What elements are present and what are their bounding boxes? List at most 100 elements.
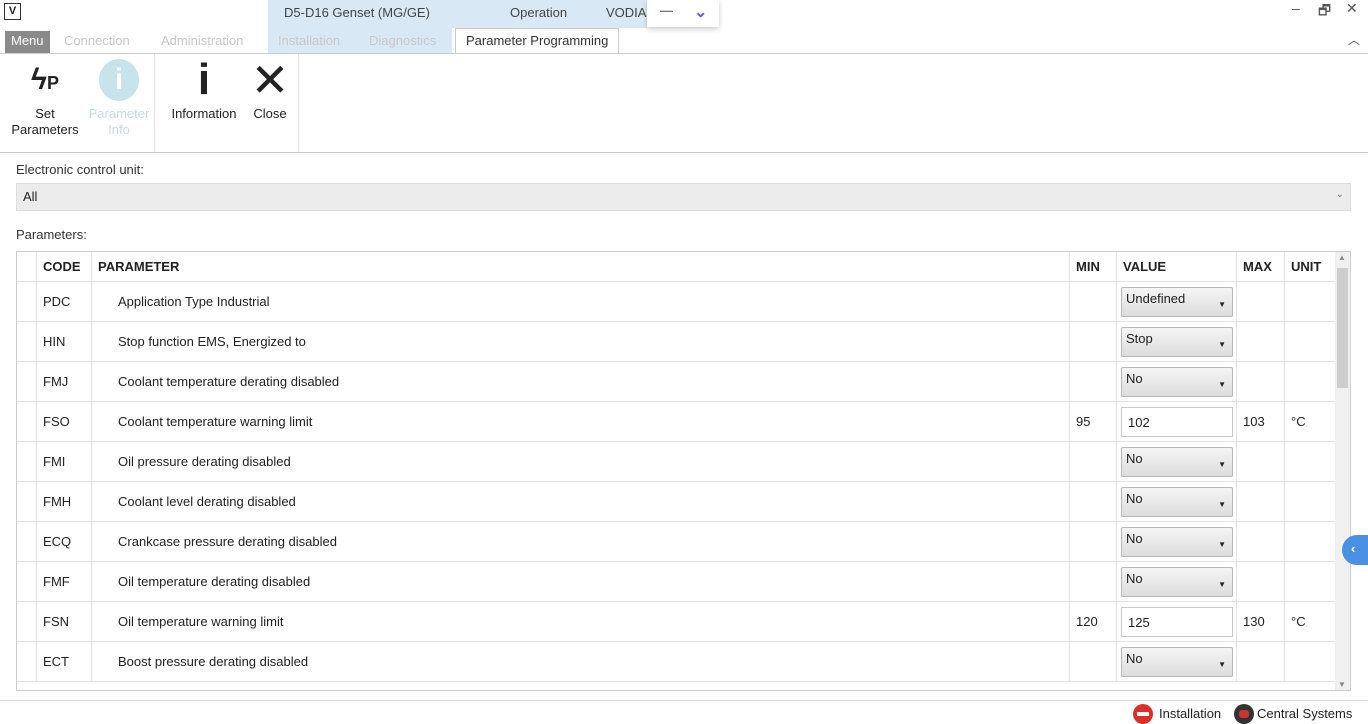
col-code[interactable]: CODE xyxy=(37,252,92,281)
row-selector[interactable] xyxy=(17,442,37,481)
close-button[interactable]: ✕ Close xyxy=(246,54,294,122)
code-cell: PDC xyxy=(37,282,92,321)
tab-diagnostics[interactable]: Diagnostics xyxy=(363,31,442,53)
min-cell xyxy=(1070,282,1117,321)
row-selector[interactable] xyxy=(17,522,37,561)
scroll-up-icon[interactable]: ▲ xyxy=(1338,253,1346,262)
central-systems-icon xyxy=(1234,704,1254,724)
dropdown-arrow-icon: ▼ xyxy=(1218,300,1226,309)
parameters-label: Parameters: xyxy=(16,227,87,242)
unit-cell xyxy=(1285,362,1336,401)
row-selector[interactable] xyxy=(17,402,37,441)
collapse-ribbon-icon[interactable]: ︿ xyxy=(1348,31,1360,48)
row-selector[interactable] xyxy=(17,362,37,401)
app-logo: V xyxy=(4,3,21,20)
code-cell: FMI xyxy=(37,442,92,481)
tab-installation[interactable]: Installation xyxy=(272,31,346,53)
set-parameters-icon: ϟP xyxy=(31,63,59,96)
flyout-minimize-icon[interactable]: — xyxy=(660,3,673,18)
scrollbar-thumb[interactable] xyxy=(1337,268,1348,388)
col-value[interactable]: VALUE xyxy=(1117,252,1237,281)
parameter-cell: Oil temperature warning limit xyxy=(92,602,1070,641)
table-row[interactable]: FMJ Coolant temperature derating disable… xyxy=(17,362,1336,402)
code-cell: FSO xyxy=(37,402,92,441)
installation-status[interactable]: Installation xyxy=(1159,706,1221,721)
central-systems-status[interactable]: Central Systems xyxy=(1257,706,1352,721)
col-max[interactable]: MAX xyxy=(1237,252,1285,281)
value-dropdown[interactable]: No ▼ xyxy=(1121,527,1233,557)
row-selector[interactable] xyxy=(17,482,37,521)
ribbon-separator xyxy=(154,54,155,152)
row-selector[interactable] xyxy=(17,322,37,361)
row-selector[interactable] xyxy=(17,642,37,681)
value-cell: Undefined ▼ xyxy=(1117,282,1237,321)
table-row[interactable]: ECT Boost pressure derating disabled No ▼ xyxy=(17,642,1336,682)
table-row[interactable]: HIN Stop function EMS, Energized to Stop… xyxy=(17,322,1336,362)
row-selector[interactable] xyxy=(17,562,37,601)
dropdown-arrow-icon: ▼ xyxy=(1218,580,1226,589)
table-row[interactable]: FMH Coolant level derating disabled No ▼ xyxy=(17,482,1336,522)
unit-cell xyxy=(1285,642,1336,681)
unit-cell xyxy=(1285,322,1336,361)
scroll-down-icon[interactable]: ▼ xyxy=(1338,680,1346,689)
unit-cell xyxy=(1285,282,1336,321)
value-input[interactable]: 125 xyxy=(1121,607,1233,637)
status-bar: Installation Central Systems xyxy=(0,700,1368,724)
ribbon: ϟP Set Parameters i Parameter Info i Inf… xyxy=(0,53,1368,153)
information-button[interactable]: i Information xyxy=(164,54,244,122)
max-cell xyxy=(1237,562,1285,601)
row-selector[interactable] xyxy=(17,602,37,641)
col-parameter[interactable]: PARAMETER xyxy=(92,252,1070,281)
dropdown-arrow-icon: ▼ xyxy=(1218,540,1226,549)
col-unit[interactable]: UNIT xyxy=(1285,252,1336,281)
code-cell: FMJ xyxy=(37,362,92,401)
unit-cell: °C xyxy=(1285,402,1336,441)
min-cell xyxy=(1070,322,1117,361)
max-cell xyxy=(1237,642,1285,681)
table-row[interactable]: FMI Oil pressure derating disabled No ▼ xyxy=(17,442,1336,482)
value-dropdown[interactable]: No ▼ xyxy=(1121,487,1233,517)
tab-administration[interactable]: Administration xyxy=(155,31,249,53)
table-row[interactable]: PDC Application Type Industrial Undefine… xyxy=(17,282,1336,322)
close-window-button[interactable]: ✕ xyxy=(1346,0,1358,17)
value-cell: No ▼ xyxy=(1117,442,1237,481)
value-dropdown[interactable]: No ▼ xyxy=(1121,647,1233,677)
value-cell: 125 xyxy=(1117,602,1237,641)
minimize-button[interactable]: – xyxy=(1292,0,1300,16)
max-cell xyxy=(1237,442,1285,481)
table-row[interactable]: FMF Oil temperature derating disabled No… xyxy=(17,562,1336,602)
close-icon: ✕ xyxy=(250,54,290,106)
max-cell xyxy=(1237,522,1285,561)
value-dropdown[interactable]: No ▼ xyxy=(1121,447,1233,477)
dropdown-arrow-icon: ▼ xyxy=(1218,340,1226,349)
side-panel-toggle[interactable]: ‹ xyxy=(1342,535,1368,565)
parameter-cell: Crankcase pressure derating disabled xyxy=(92,522,1070,561)
value-dropdown[interactable]: Stop ▼ xyxy=(1121,327,1233,357)
app-name: VODIA xyxy=(606,5,647,20)
row-selector[interactable] xyxy=(17,282,37,321)
parameters-table: CODE PARAMETER MIN VALUE MAX UNIT PDC Ap… xyxy=(16,251,1351,691)
chevron-down-icon: ⌄ xyxy=(1335,189,1344,200)
value-dropdown[interactable]: No ▼ xyxy=(1121,367,1233,397)
table-header: CODE PARAMETER MIN VALUE MAX UNIT xyxy=(17,252,1336,282)
ecu-select[interactable]: All ⌄ xyxy=(16,183,1351,211)
parameter-info-button[interactable]: i Parameter Info xyxy=(86,54,152,138)
min-cell xyxy=(1070,642,1117,681)
chevron-down-icon[interactable]: ⌄ xyxy=(694,2,707,22)
table-row[interactable]: FSO Coolant temperature warning limit 95… xyxy=(17,402,1336,442)
table-row[interactable]: ECQ Crankcase pressure derating disabled… xyxy=(17,522,1336,562)
tab-connection[interactable]: Connection xyxy=(58,31,136,53)
value-dropdown[interactable]: No ▼ xyxy=(1121,567,1233,597)
value-dropdown[interactable]: Undefined ▼ xyxy=(1121,287,1233,317)
min-cell xyxy=(1070,362,1117,401)
restore-button[interactable]: 🗗 xyxy=(1318,0,1331,24)
max-cell xyxy=(1237,482,1285,521)
ribbon-separator xyxy=(298,54,299,152)
set-parameters-button[interactable]: ϟP Set Parameters xyxy=(6,54,84,138)
tab-parameter-programming[interactable]: Parameter Programming xyxy=(455,28,620,54)
col-min[interactable]: MIN xyxy=(1070,252,1117,281)
table-row[interactable]: FSN Oil temperature warning limit 120 12… xyxy=(17,602,1336,642)
unit-cell xyxy=(1285,522,1336,561)
tab-menu[interactable]: Menu xyxy=(5,31,50,53)
value-input[interactable]: 102 xyxy=(1121,407,1233,437)
